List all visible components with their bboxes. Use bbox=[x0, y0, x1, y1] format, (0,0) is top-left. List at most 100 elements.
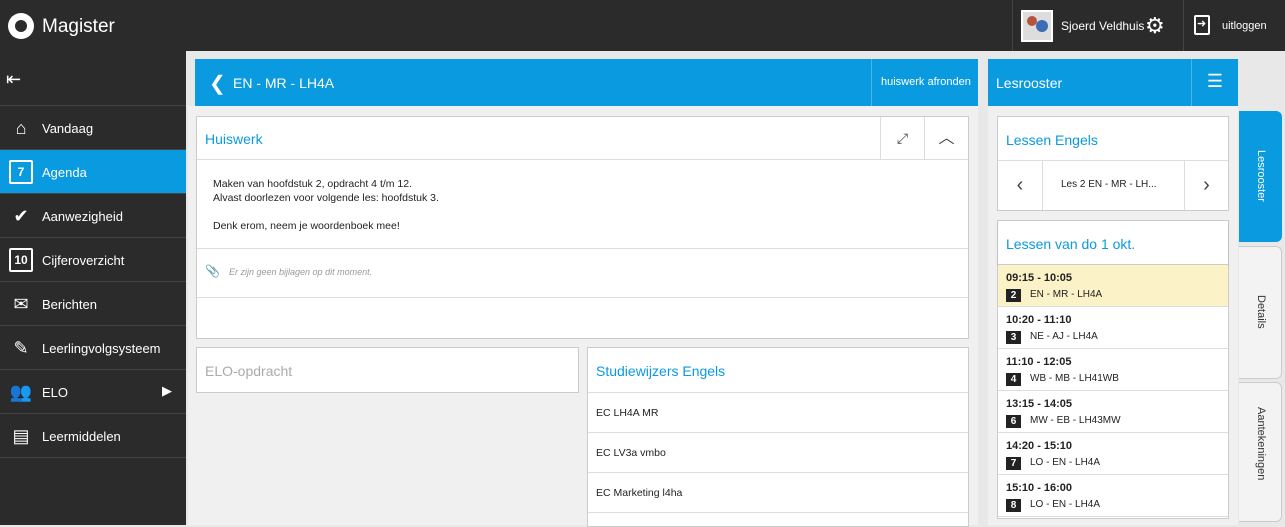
lesson-time: 10:20 - 11:10 bbox=[1006, 314, 1072, 326]
attachments-section: 📎 Er zijn geen bijlagen op dit moment. bbox=[197, 248, 968, 298]
sidebar-item-berichten[interactable]: ✉ Berichten bbox=[0, 282, 186, 326]
studiewijzers-header: Studiewijzers Engels bbox=[588, 348, 968, 393]
user-name: Sjoerd Veldhuis bbox=[1061, 19, 1145, 33]
elo-assignment-title: ELO-opdracht bbox=[205, 363, 293, 379]
lesson-time: 11:10 - 12:05 bbox=[1006, 356, 1072, 368]
day-lessons-header: Lessen van do 1 okt. bbox=[998, 221, 1228, 265]
list-item[interactable]: EC Marketing l4ha bbox=[588, 473, 968, 513]
tab-details[interactable]: Details bbox=[1239, 246, 1282, 379]
homework-card: Huiswerk ⤢ ︿ Maken van hoofdstuk 2, opdr… bbox=[196, 116, 969, 339]
logout-label: uitloggen bbox=[1222, 20, 1267, 32]
list-item-label: EC LH4A MR bbox=[596, 407, 659, 419]
lesson-number-badge: 8 bbox=[1006, 499, 1021, 512]
lesson-code: LO - EN - LH4A bbox=[1030, 457, 1101, 468]
back-arrow-icon[interactable]: ❮ bbox=[209, 71, 226, 96]
notebook-icon: ✎ bbox=[13, 338, 29, 358]
lesson-time: 09:15 - 10:05 bbox=[1006, 272, 1073, 284]
sidebar-item-cijferoverzicht[interactable]: 10 Cijferoverzicht bbox=[0, 238, 186, 282]
lesson-number-badge: 7 bbox=[1006, 457, 1021, 470]
check-circle-icon: ✔ bbox=[13, 206, 29, 226]
lesson-time: 14:20 - 15:10 bbox=[1006, 440, 1073, 452]
magister-logo-icon bbox=[8, 13, 34, 39]
sidebar-item-agenda[interactable]: 7 Agenda bbox=[0, 150, 186, 194]
envelope-icon: ✉ bbox=[13, 294, 29, 314]
tab-label: Lesrooster bbox=[1255, 150, 1267, 202]
lessons-english-header: Lessen Engels bbox=[998, 117, 1228, 161]
homework-header: Huiswerk ⤢ ︿ bbox=[197, 117, 968, 160]
lessons-english-card: Lessen Engels ‹ Les 2 EN - MR - LH... › bbox=[997, 116, 1229, 211]
lesson-item[interactable]: 11:10 - 12:05 4 WB - MB - LH41WB bbox=[998, 349, 1228, 391]
sidebar-item-leerlingvolgsysteem[interactable]: ✎ Leerlingvolgsysteem bbox=[0, 326, 186, 370]
calendar-icon: 7 bbox=[9, 160, 33, 184]
panel-menu-icon[interactable]: ☰ bbox=[1191, 59, 1238, 106]
people-icon: 👥 bbox=[9, 382, 33, 402]
sidebar-item-label: Agenda bbox=[42, 165, 87, 180]
lesson-code: MW - EB - LH43MW bbox=[1030, 415, 1121, 426]
collapse-menu-icon: ⇤ bbox=[6, 69, 22, 89]
page-title: EN - MR - LH4A bbox=[233, 75, 335, 91]
sidebar: ⇤ ⌂ Vandaag 7 Agenda ✔ Aanwezigheid 10 C… bbox=[0, 51, 186, 525]
chevron-right-icon: ▶ bbox=[162, 383, 172, 398]
chevron-left-icon[interactable]: ‹ bbox=[998, 161, 1043, 210]
sidebar-item-label: Vandaag bbox=[42, 121, 94, 136]
lesson-number-badge: 4 bbox=[1006, 373, 1021, 386]
home-icon: ⌂ bbox=[15, 118, 27, 138]
collapse-chevron-up-icon[interactable]: ︿ bbox=[924, 117, 968, 160]
lesson-number-badge: 2 bbox=[1006, 289, 1021, 302]
tab-aantekeningen[interactable]: Aantekeningen bbox=[1239, 382, 1282, 522]
logout-icon bbox=[1194, 15, 1210, 35]
sidebar-item-label: Leerlingvolgsysteem bbox=[42, 341, 161, 356]
lesson-code: EN - MR - LH4A bbox=[1030, 289, 1103, 300]
attachments-empty-text: Er zijn geen bijlagen op dit moment. bbox=[229, 267, 373, 277]
lesson-code: NE - AJ - LH4A bbox=[1030, 331, 1098, 342]
paperclip-icon: 📎 bbox=[205, 264, 220, 278]
current-lesson-label: Les 2 EN - MR - LH... bbox=[1061, 179, 1157, 190]
lesson-item[interactable]: 09:15 - 10:05 2 EN - MR - LH4A bbox=[998, 265, 1228, 307]
lesson-time: 15:10 - 16:00 bbox=[1006, 482, 1073, 494]
finish-homework-button[interactable]: huiswerk afronden bbox=[871, 59, 978, 106]
list-item-label: EC LV3a vmbo bbox=[596, 447, 666, 459]
sidebar-item-label: Aanwezigheid bbox=[42, 209, 123, 224]
list-item[interactable]: EC LH4A MR bbox=[588, 393, 968, 433]
grade-icon: 10 bbox=[9, 248, 33, 272]
logout-button[interactable]: uitloggen bbox=[1183, 0, 1285, 51]
lessons-english-title: Lessen Engels bbox=[1006, 132, 1098, 148]
lesson-item[interactable]: 10:20 - 11:10 3 NE - AJ - LH4A bbox=[998, 307, 1228, 349]
homework-line: Maken van hoofdstuk 2, opdracht 4 t/m 12… bbox=[213, 178, 413, 190]
sidebar-item-aanwezigheid[interactable]: ✔ Aanwezigheid bbox=[0, 194, 186, 238]
tab-label: Details bbox=[1255, 295, 1267, 329]
lesson-code: LO - EN - LH4A bbox=[1030, 499, 1101, 510]
homework-title: Huiswerk bbox=[205, 131, 263, 147]
app-title: Magister bbox=[42, 16, 115, 37]
elo-assignment-card[interactable]: ELO-opdracht bbox=[196, 347, 579, 393]
lesson-item[interactable]: 13:15 - 14:05 6 MW - EB - LH43MW bbox=[998, 391, 1228, 433]
chevron-right-icon[interactable]: › bbox=[1184, 161, 1228, 210]
sidebar-toggle[interactable]: ⇤ bbox=[0, 51, 186, 106]
expand-icon[interactable]: ⤢ bbox=[880, 117, 924, 160]
lesson-navigator: ‹ Les 2 EN - MR - LH... › bbox=[998, 161, 1228, 210]
user-menu[interactable]: Sjoerd Veldhuis ⚙ bbox=[1012, 0, 1183, 51]
lesson-item[interactable]: 14:20 - 15:10 7 LO - EN - LH4A bbox=[998, 433, 1228, 475]
homework-line: Denk erom, neem je woordenboek mee! bbox=[213, 220, 400, 232]
avatar bbox=[1021, 10, 1053, 42]
day-lessons-card: Lessen van do 1 okt. 09:15 - 10:05 2 EN … bbox=[997, 220, 1229, 519]
lesson-number-badge: 6 bbox=[1006, 415, 1021, 428]
top-bar: Magister Sjoerd Veldhuis ⚙ uitloggen bbox=[0, 0, 1285, 51]
sidebar-item-label: Cijferoverzicht bbox=[42, 253, 125, 268]
day-lessons-title: Lessen van do 1 okt. bbox=[1006, 236, 1136, 252]
lesson-item[interactable]: 15:10 - 16:00 8 LO - EN - LH4A bbox=[998, 475, 1228, 517]
gear-icon[interactable]: ⚙ bbox=[1145, 13, 1165, 39]
schedule-title: Lesrooster bbox=[996, 75, 1063, 91]
homework-text: Maken van hoofdstuk 2, opdracht 4 t/m 12… bbox=[213, 177, 439, 233]
lesson-time: 13:15 - 14:05 bbox=[1006, 398, 1073, 410]
books-icon: ▤ bbox=[12, 426, 30, 446]
sidebar-item-elo[interactable]: 👥 ELO ▶ bbox=[0, 370, 186, 414]
tab-lesrooster[interactable]: Lesrooster bbox=[1239, 111, 1282, 242]
studiewijzers-title: Studiewijzers Engels bbox=[596, 363, 726, 379]
sidebar-item-vandaag[interactable]: ⌂ Vandaag bbox=[0, 106, 186, 150]
studiewijzers-card: Studiewijzers Engels EC LH4A MR EC LV3a … bbox=[587, 347, 969, 527]
schedule-header: Lesrooster ☰ bbox=[988, 59, 1238, 106]
list-item[interactable]: EC LV3a vmbo bbox=[588, 433, 968, 473]
tab-label: Aantekeningen bbox=[1255, 407, 1267, 481]
sidebar-item-leermiddelen[interactable]: ▤ Leermiddelen bbox=[0, 414, 186, 458]
